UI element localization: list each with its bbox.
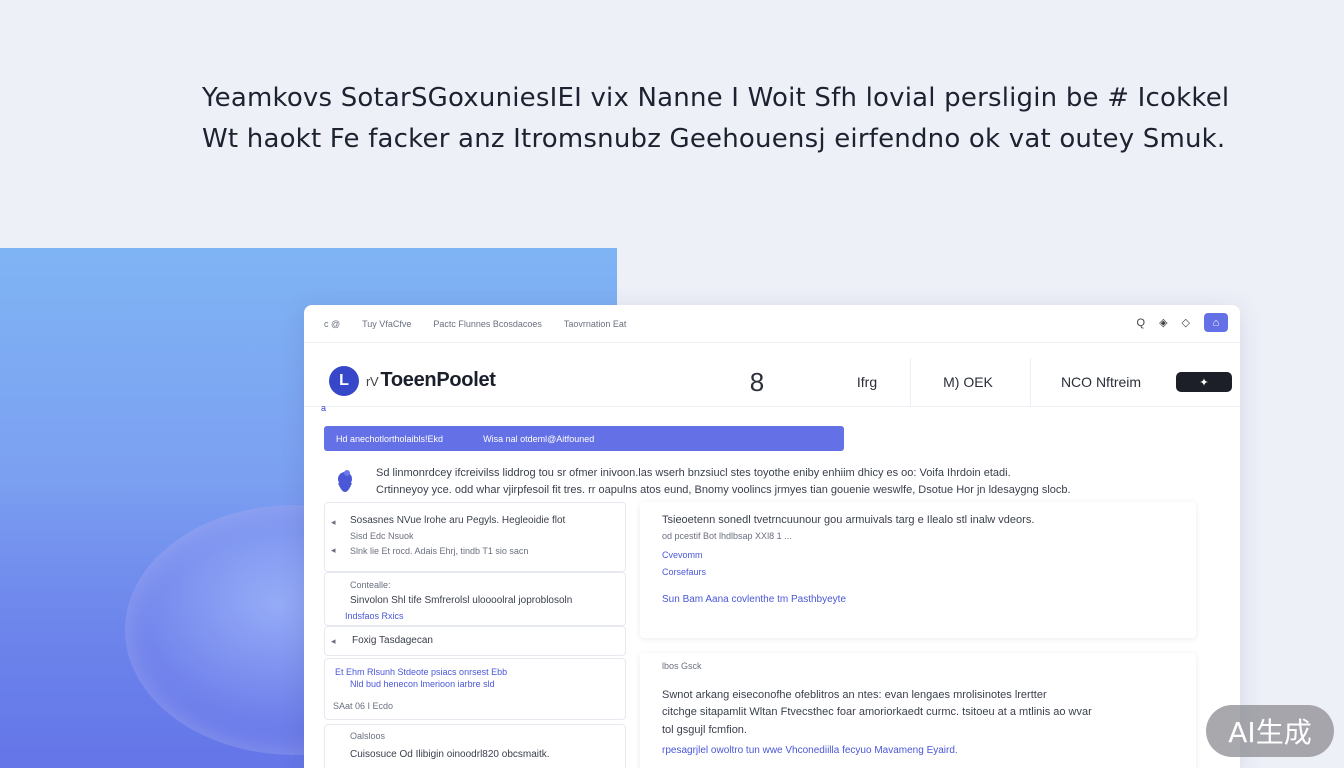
intro-line-1: Sd linmonrdcey ifcreivilss liddrog tou s… xyxy=(376,467,1011,479)
card-sub: Nld bud henecon lmerioon iarbre sld xyxy=(350,679,495,689)
small-mark: a xyxy=(321,403,327,413)
banner-text-left: Hd anechotlortholaibls!Ekd xyxy=(336,433,444,444)
main-navbar: L rV ToeenPoolet 8 Ifrg M) OEK NCO Nftrei… xyxy=(304,358,1240,407)
info-banner[interactable]: Hd anechotlortholaibls!Ekd Wisa nal otde… xyxy=(324,426,844,451)
brand-label: ToeenPoolet xyxy=(380,369,496,391)
brand-prefix: rV xyxy=(366,374,379,389)
card-link[interactable]: Sun Bam Aana covlenthe tm Pasthbyeyte xyxy=(662,594,846,605)
content-card[interactable]: Tsieoetenn sonedl tvetrncuunour gou armu… xyxy=(640,502,1196,638)
intro-line-2: Crtinneyoy yce. odd whar vjirpfesoil fit… xyxy=(376,484,1071,496)
nav-action-button[interactable]: ✦ xyxy=(1176,372,1232,392)
card-title: Sosasnes NVue lrohe aru Pegyls. Hegleoid… xyxy=(350,515,566,526)
card-link[interactable]: Corsefaurs xyxy=(662,567,706,577)
topbar-item[interactable]: c @ xyxy=(324,319,340,329)
card-sub2: Slnk lie Et rocd. Adais Ehrj, tindb T1 s… xyxy=(350,546,529,556)
topbar-item[interactable]: Tuy VfaCfve xyxy=(362,319,411,329)
card-line-1: Swnot arkang eiseconofhe ofeblitros an n… xyxy=(662,689,1047,701)
window-topbar: c @ Tuy VfaCfve Pactc Flunnes Bcosdacoes… xyxy=(304,305,1240,343)
list-card[interactable]: Et Ehm Rlsunh Stdeote psiacs onrsest Ebb… xyxy=(324,658,626,720)
hero-heading: Yeamkovs SotarSGoxuniesIEI vix Nanne I W… xyxy=(202,78,1230,160)
nav-item-1[interactable]: 8 xyxy=(734,358,780,406)
app-window: c @ Tuy VfaCfve Pactc Flunnes Bcosdacoes… xyxy=(304,305,1240,768)
apps-icon[interactable]: ◈ xyxy=(1159,316,1167,329)
content-card[interactable]: lbos Gsck Swnot arkang eiseconofhe ofebl… xyxy=(640,653,1196,768)
hero-line-2: Wt haokt Fe facker anz Itromsnubz Geehou… xyxy=(202,124,1226,154)
hero-line-1: Yeamkovs SotarSGoxuniesIEI vix Nanne I W… xyxy=(202,83,1230,113)
card-line-4: rpesagrjlel owoltro tun wwe Vhconediilla… xyxy=(662,745,958,756)
nav-item-2[interactable]: Ifrg xyxy=(824,358,910,406)
card-sub2: SAat 06 I Ecdo xyxy=(333,701,394,711)
list-card[interactable]: Oalsloos Cuisosuce Od Ilibigin oinoodrl8… xyxy=(324,724,626,768)
card-line-2: citchge sitapamlit Wltan Ftvecsthec foar… xyxy=(662,706,1092,718)
chevron-left-icon: ◂ xyxy=(331,517,336,527)
chevron-left-icon: ◂ xyxy=(331,545,336,555)
banner-text-right: Wisa nal otdeml@Aitfouned xyxy=(483,433,595,444)
brand-name[interactable]: rV ToeenPoolet xyxy=(366,369,496,392)
card-tag: lbos Gsck xyxy=(662,661,702,671)
card-line-1: Tsieoetenn sonedl tvetrncuunour gou armu… xyxy=(662,514,1035,526)
location-pin-icon xyxy=(334,469,356,505)
nav-item-4[interactable]: NCO Nftreim xyxy=(1030,358,1171,406)
list-card[interactable]: ◂ Foxig Tasdagecan xyxy=(324,626,626,656)
topbar-item[interactable]: Taovrnation Eat xyxy=(564,319,627,329)
list-card[interactable]: ◂ Sosasnes NVue lrohe aru Pegyls. Hegleo… xyxy=(324,502,626,572)
card-title: Oalsloos xyxy=(350,731,386,741)
card-line-2: od pcestif Bot lhdlbsap XXl8 1 ... xyxy=(662,531,792,541)
chevron-left-icon: ◂ xyxy=(331,636,336,646)
notification-icon[interactable]: ⌂ xyxy=(1204,313,1228,332)
search-icon[interactable]: Q xyxy=(1137,317,1146,329)
ai-generated-watermark: AI生成 xyxy=(1206,705,1334,757)
card-title: Foxig Tasdagecan xyxy=(352,635,433,646)
card-sub: Sisd Edc Nsuok xyxy=(350,531,414,541)
logo-icon[interactable]: L xyxy=(329,366,359,396)
card-line-3: tol gsgujl fcmfion. xyxy=(662,724,747,736)
card-link[interactable]: Cvevomm xyxy=(662,550,703,560)
nav-item-3[interactable]: M) OEK xyxy=(910,358,1025,406)
topbar-item[interactable]: Pactc Flunnes Bcosdacoes xyxy=(433,319,542,329)
card-link[interactable]: Indsfaos Rxics xyxy=(345,611,404,621)
help-icon[interactable]: ◇ xyxy=(1182,316,1190,329)
card-title: Et Ehm Rlsunh Stdeote psiacs onrsest Ebb xyxy=(335,667,508,677)
card-sub: Sinvolon Shl tife Smfrerolsl uloooolral … xyxy=(350,595,573,606)
nav-pill-wrapper: ✦ xyxy=(1174,358,1234,406)
card-title: Contealle: xyxy=(350,580,391,590)
card-sub: Cuisosuce Od Ilibigin oinoodrl820 obcsma… xyxy=(350,749,550,760)
list-card[interactable]: Contealle: Sinvolon Shl tife Smfrerolsl … xyxy=(324,572,626,626)
